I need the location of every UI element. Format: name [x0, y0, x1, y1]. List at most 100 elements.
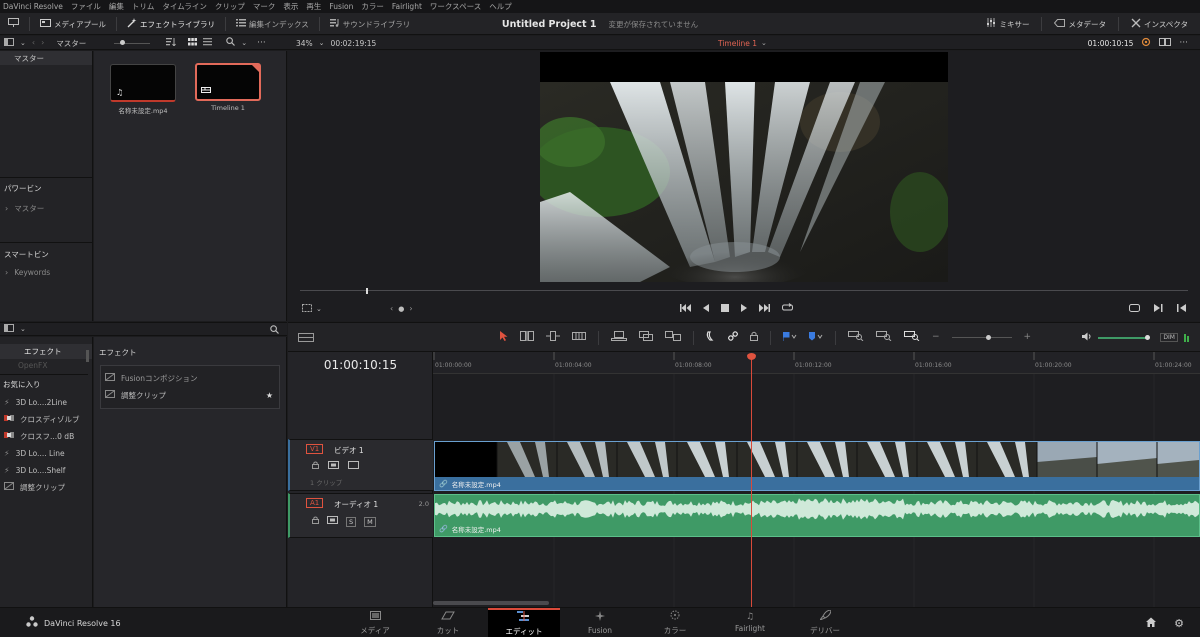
timeline-item[interactable]: Timeline 1 [195, 63, 261, 112]
blade-tool-icon[interactable] [572, 332, 586, 343]
viewer-mode-icon[interactable] [302, 303, 312, 315]
video-clip[interactable]: 🔗 名称未設定.mp4 [434, 441, 1200, 491]
jog-right-icon[interactable]: › [409, 305, 412, 313]
back-icon[interactable]: ‹ [32, 39, 35, 47]
play-icon[interactable] [741, 303, 747, 315]
menu-fairlight[interactable]: Fairlight [392, 2, 422, 11]
effect-adjustment-clip[interactable]: 調整クリップ ★ [101, 387, 279, 404]
track-id-a1[interactable]: A1 [306, 498, 324, 508]
favorite-item[interactable]: クロスフ...0 dB [0, 428, 92, 445]
bin-master[interactable]: マスター [0, 51, 92, 65]
auto-select-icon[interactable] [327, 516, 338, 527]
solo-button[interactable]: S [346, 516, 357, 527]
jog-dot-icon[interactable]: ● [398, 305, 404, 313]
chevron-down-icon[interactable]: ⌄ [761, 39, 767, 47]
lock-icon[interactable] [312, 461, 319, 472]
panel-toggle-icon[interactable] [4, 37, 14, 49]
favorite-item[interactable]: ⚡ 3D Lo.... Line [0, 445, 92, 462]
more-options-icon[interactable]: ··· [1179, 38, 1188, 48]
flag-icon[interactable] [782, 331, 797, 344]
edit-index-button[interactable]: 編集インデックス [235, 13, 309, 35]
snapping-icon[interactable] [706, 331, 716, 344]
timeline-scrollbar[interactable] [433, 601, 549, 605]
openfx-item[interactable]: OpenFX [0, 359, 92, 372]
monitor-icon[interactable] [8, 18, 19, 30]
toolbox-item[interactable]: エフェクト [0, 344, 92, 359]
lock-icon[interactable] [750, 331, 758, 344]
effects-library-button[interactable]: エフェクトライブラリ [127, 13, 215, 35]
next-edit-icon[interactable] [1154, 303, 1163, 315]
track-id-v1[interactable]: V1 [306, 444, 324, 454]
tab-media[interactable]: メディア [347, 608, 403, 637]
timeline-ruler[interactable]: 01:00:00:00 01:00:04:00 01:00:08:00 01:0… [433, 352, 1200, 374]
tab-cut[interactable]: カット [420, 608, 476, 637]
clip-item[interactable]: ♫ 名称未設定.mp4 [110, 64, 176, 115]
menu-fusion[interactable]: Fusion [329, 2, 353, 11]
dual-viewer-icon[interactable] [1159, 37, 1172, 49]
mute-button[interactable]: M [364, 516, 376, 527]
bin-breadcrumb[interactable]: マスター [56, 38, 86, 49]
menu-help[interactable]: ヘルプ [489, 1, 512, 12]
inspector-button[interactable]: インスペクタ [1131, 13, 1188, 35]
speaker-icon[interactable] [1082, 332, 1092, 344]
linked-selection-icon[interactable] [727, 331, 739, 344]
stop-icon[interactable] [721, 303, 729, 315]
timeline-view-options-icon[interactable] [298, 333, 314, 345]
sound-library-button[interactable]: サウンドライブラリ [329, 13, 410, 35]
viewer-scrubber[interactable] [300, 288, 1188, 294]
menu-timeline[interactable]: タイムライン [162, 1, 206, 12]
power-bin-master[interactable]: › マスター [5, 203, 44, 214]
menu-trim[interactable]: トリム [132, 1, 155, 12]
go-to-start-icon[interactable] [680, 303, 691, 315]
menu-playback[interactable]: 再生 [306, 1, 321, 12]
tab-edit[interactable]: エディット [488, 608, 560, 637]
smart-bin-keywords[interactable]: › Keywords [5, 268, 50, 277]
loop-icon[interactable] [781, 303, 794, 315]
auto-select-icon[interactable] [328, 461, 339, 472]
menu-file[interactable]: ファイル [71, 1, 101, 12]
scrollbar[interactable] [86, 350, 89, 362]
forward-icon[interactable]: › [41, 39, 44, 47]
prev-edit-icon[interactable] [1177, 303, 1186, 315]
tab-deliver[interactable]: デリバー [797, 608, 853, 637]
menu-color[interactable]: カラー [361, 1, 384, 12]
lock-icon[interactable] [312, 516, 319, 527]
volume-slider[interactable] [1098, 334, 1154, 342]
timeline-selector[interactable]: Timeline 1 [718, 39, 757, 48]
zoom-detail-icon[interactable] [876, 331, 892, 344]
menu-clip[interactable]: クリップ [215, 1, 245, 12]
jog-left-icon[interactable]: ‹ [390, 305, 393, 313]
favorite-item[interactable]: クロスディゾルブ [0, 411, 92, 428]
zoom-custom-icon[interactable] [904, 331, 920, 344]
tab-color[interactable]: カラー [647, 608, 703, 637]
metadata-button[interactable]: メタデータ [1054, 13, 1106, 35]
menu-mark[interactable]: マーク [253, 1, 276, 12]
mixer-button[interactable]: ミキサー [986, 13, 1029, 35]
effect-fusion-composition[interactable]: Fusionコンポジション [101, 370, 279, 387]
go-to-end-icon[interactable] [759, 303, 770, 315]
panel-toggle-icon[interactable] [4, 324, 14, 335]
chevron-down-icon[interactable]: ⌄ [316, 305, 322, 313]
dynamic-trim-icon[interactable] [546, 331, 560, 344]
audio-track-name[interactable]: オーディオ 1 [334, 499, 378, 510]
menu-app[interactable]: DaVinci Resolve [3, 2, 63, 11]
search-icon[interactable] [270, 325, 279, 337]
zoom-out-icon[interactable]: − [932, 333, 940, 342]
zoom-in-icon[interactable]: + [1024, 333, 1032, 342]
chevron-down-icon[interactable]: ⌄ [20, 326, 26, 333]
video-track-name[interactable]: ビデオ 1 [334, 445, 364, 456]
viewer-zoom[interactable]: 34% [296, 39, 313, 48]
search-icon[interactable] [226, 37, 236, 49]
favorite-item[interactable]: 調整クリップ [0, 479, 92, 496]
match-frame-icon[interactable] [1129, 303, 1140, 315]
favorite-star-icon[interactable]: ★ [266, 391, 273, 400]
list-view-icon[interactable] [203, 37, 213, 49]
sort-icon[interactable] [166, 37, 177, 49]
favorite-item[interactable]: ⚡ 3D Lo....2Line [0, 394, 92, 411]
tab-fairlight[interactable]: ♫ Fairlight [722, 608, 778, 637]
play-reverse-icon[interactable] [703, 303, 709, 315]
dim-button[interactable]: DIM [1160, 333, 1178, 342]
replace-clip-icon[interactable] [665, 331, 681, 344]
menu-workspace[interactable]: ワークスペース [430, 1, 481, 12]
favorite-item[interactable]: ⚡ 3D Lo....Shelf [0, 462, 92, 479]
